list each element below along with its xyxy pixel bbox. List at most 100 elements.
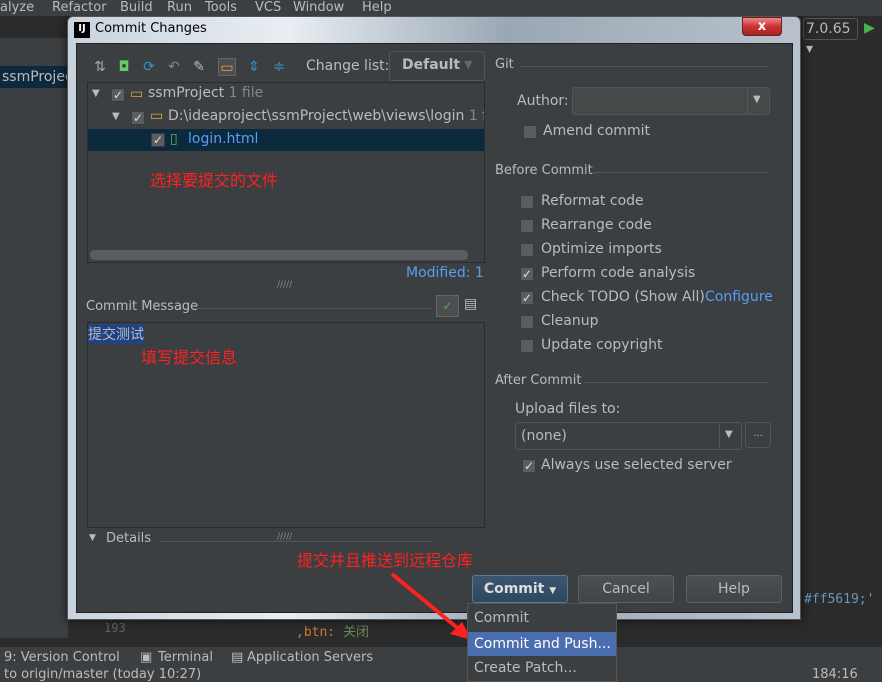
- menu-build[interactable]: Build: [120, 0, 153, 15]
- update-copyright-checkbox[interactable]: [520, 339, 534, 353]
- dialog-title: Commit Changes: [95, 21, 207, 36]
- separator: [585, 382, 769, 383]
- commit-message-text: 提交测试: [88, 324, 144, 344]
- reformat-code-label[interactable]: Reformat code: [541, 193, 644, 209]
- ide-menu-bar: alyze Refactor Build Run Tools VCS Windo…: [0, 0, 882, 16]
- tool-version-control[interactable]: 9: Version Control: [4, 650, 120, 665]
- divider: [719, 423, 720, 449]
- amend-commit-checkbox[interactable]: [523, 125, 537, 139]
- code-line: ,btn: 关闭: [296, 621, 369, 640]
- menu-tools[interactable]: Tools: [205, 0, 237, 15]
- changelist-select[interactable]: Default ▼: [389, 51, 485, 81]
- tree-item-count: 1 file: [468, 108, 484, 124]
- configure-link[interactable]: Configure: [705, 289, 773, 305]
- chevron-down-icon: ▼: [464, 58, 473, 71]
- menu-refactor[interactable]: Refactor: [52, 0, 107, 15]
- menu-window[interactable]: Window: [293, 0, 344, 15]
- html-file-icon: ▯: [170, 131, 178, 147]
- commit-changes-dialog: IJ Commit Changes x ⇅ ◘ ⟳ ↶ ✎ ▭ ⇕ ≑ Chan…: [67, 16, 801, 620]
- perform-code-analysis-checkbox[interactable]: ✓: [520, 267, 534, 281]
- author-combobox[interactable]: ▼: [572, 87, 770, 115]
- after-commit-header: After Commit: [495, 373, 582, 388]
- cleanup-label[interactable]: Cleanup: [541, 313, 599, 329]
- code-value: 关闭: [342, 625, 369, 640]
- tool-application-servers[interactable]: Application Servers: [247, 650, 373, 665]
- cleanup-checkbox[interactable]: [520, 315, 534, 329]
- menu-item-commit-and-push[interactable]: Commit and Push...: [468, 632, 616, 656]
- group-by-directory-icon[interactable]: ▭: [218, 58, 236, 76]
- git-header: Git: [495, 57, 514, 72]
- close-button[interactable]: x: [742, 17, 782, 36]
- collapse-all-icon[interactable]: ≑: [270, 58, 288, 76]
- update-copyright-label[interactable]: Update copyright: [541, 337, 662, 353]
- commit-message-label: Commit Message: [86, 299, 199, 314]
- separator: [195, 308, 431, 309]
- browse-servers-button[interactable]: ...: [745, 422, 771, 448]
- chevron-down-icon: ▼: [725, 429, 733, 440]
- spellcheck-icon[interactable]: ✓: [436, 295, 459, 317]
- details-toggle[interactable]: Details: [106, 531, 151, 546]
- reformat-code-checkbox[interactable]: [520, 195, 534, 209]
- cursor-position[interactable]: 184:16: [812, 668, 858, 682]
- optimize-imports-label[interactable]: Optimize imports: [541, 241, 662, 257]
- status-bar: to origin/master (today 10:27) 184:16: [0, 668, 882, 682]
- changelist-value: Default: [402, 57, 461, 73]
- code-text: #ff5619;': [804, 592, 875, 607]
- tree-item-name: ssmProject: [148, 85, 225, 101]
- amend-commit-label[interactable]: Amend commit: [543, 123, 650, 139]
- perform-code-analysis-label[interactable]: Perform code analysis: [541, 265, 695, 281]
- cancel-button[interactable]: Cancel: [578, 575, 674, 603]
- always-use-server-checkbox[interactable]: ✓: [522, 459, 536, 473]
- edit-source-icon[interactable]: ✎: [190, 58, 208, 76]
- checkbox-ssmproject[interactable]: ✓: [111, 88, 125, 102]
- expand-arrow-icon[interactable]: ▼: [112, 111, 120, 122]
- checkbox-login-html[interactable]: ✓: [151, 133, 165, 147]
- tree-item-ssmproject[interactable]: ssmProject 1 file: [148, 85, 263, 101]
- tree-item-login-folder[interactable]: D:\ideaproject\ssmProject\web\views\logi…: [168, 108, 484, 124]
- commit-message-input[interactable]: 提交测试 填写提交信息: [87, 322, 485, 528]
- check-todo-label[interactable]: Check TODO (Show All): [541, 289, 705, 305]
- expand-all-icon[interactable]: ⇕: [245, 58, 263, 76]
- collapse-arrow-icon[interactable]: ▼: [89, 533, 96, 543]
- expand-arrow-icon[interactable]: ▼: [92, 88, 100, 99]
- menu-vcs[interactable]: VCS: [255, 0, 281, 15]
- project-tree-item[interactable]: ssmProject: [0, 66, 68, 88]
- menu-item-commit[interactable]: Commit: [468, 606, 616, 630]
- annotation-fill-message: 填写提交信息: [141, 348, 238, 367]
- refresh-icon[interactable]: ⟳: [140, 58, 158, 76]
- menu-item-create-patch[interactable]: Create Patch...: [468, 656, 616, 680]
- menu-analyze[interactable]: alyze: [0, 0, 34, 15]
- checkbox-login-folder[interactable]: ✓: [131, 111, 145, 125]
- help-button[interactable]: Help: [686, 575, 782, 603]
- rearrange-code-label[interactable]: Rearrange code: [541, 217, 652, 233]
- run-icon[interactable]: ▶: [864, 20, 875, 36]
- rollback-icon[interactable]: ↶: [165, 58, 183, 76]
- changelist-label: Change list:: [306, 58, 390, 74]
- menu-help[interactable]: Help: [362, 0, 392, 15]
- divider: [747, 88, 748, 114]
- move-to-changelist-icon[interactable]: ◘: [115, 58, 133, 76]
- check-todo-checkbox[interactable]: ✓: [520, 291, 534, 305]
- optimize-imports-checkbox[interactable]: [520, 243, 534, 257]
- tree-item-login-html[interactable]: login.html: [188, 131, 258, 147]
- show-diff-icon[interactable]: ⇅: [91, 58, 109, 76]
- horizontal-scrollbar[interactable]: [90, 250, 468, 260]
- menu-run[interactable]: Run: [167, 0, 192, 15]
- separator: [161, 541, 431, 542]
- changes-tree: ▼ ✓ ▭ ssmProject 1 file ▼ ✓ ▭ D:\ideapro…: [87, 82, 485, 263]
- arrow-line: [390, 572, 462, 632]
- tool-terminal[interactable]: Terminal: [158, 650, 213, 665]
- commit-history-icon[interactable]: ▤: [464, 296, 477, 312]
- annotation-select-files: 选择要提交的文件: [150, 171, 279, 190]
- dialog-content: ⇅ ◘ ⟳ ↶ ✎ ▭ ⇕ ≑ Change list: Default ▼ ▼…: [76, 43, 793, 613]
- separator: [593, 172, 769, 173]
- always-use-server-label[interactable]: Always use selected server: [541, 457, 732, 473]
- status-message: to origin/master (today 10:27): [4, 668, 202, 682]
- editor-background: [801, 16, 882, 638]
- separator: [521, 66, 769, 67]
- project-panel: [0, 38, 68, 638]
- upload-server-select[interactable]: (none) ▼: [515, 422, 742, 450]
- splitter-handle[interactable]: /////: [277, 280, 292, 290]
- run-config-select[interactable]: 7.0.65 ▾: [803, 18, 858, 57]
- rearrange-code-checkbox[interactable]: [520, 219, 534, 233]
